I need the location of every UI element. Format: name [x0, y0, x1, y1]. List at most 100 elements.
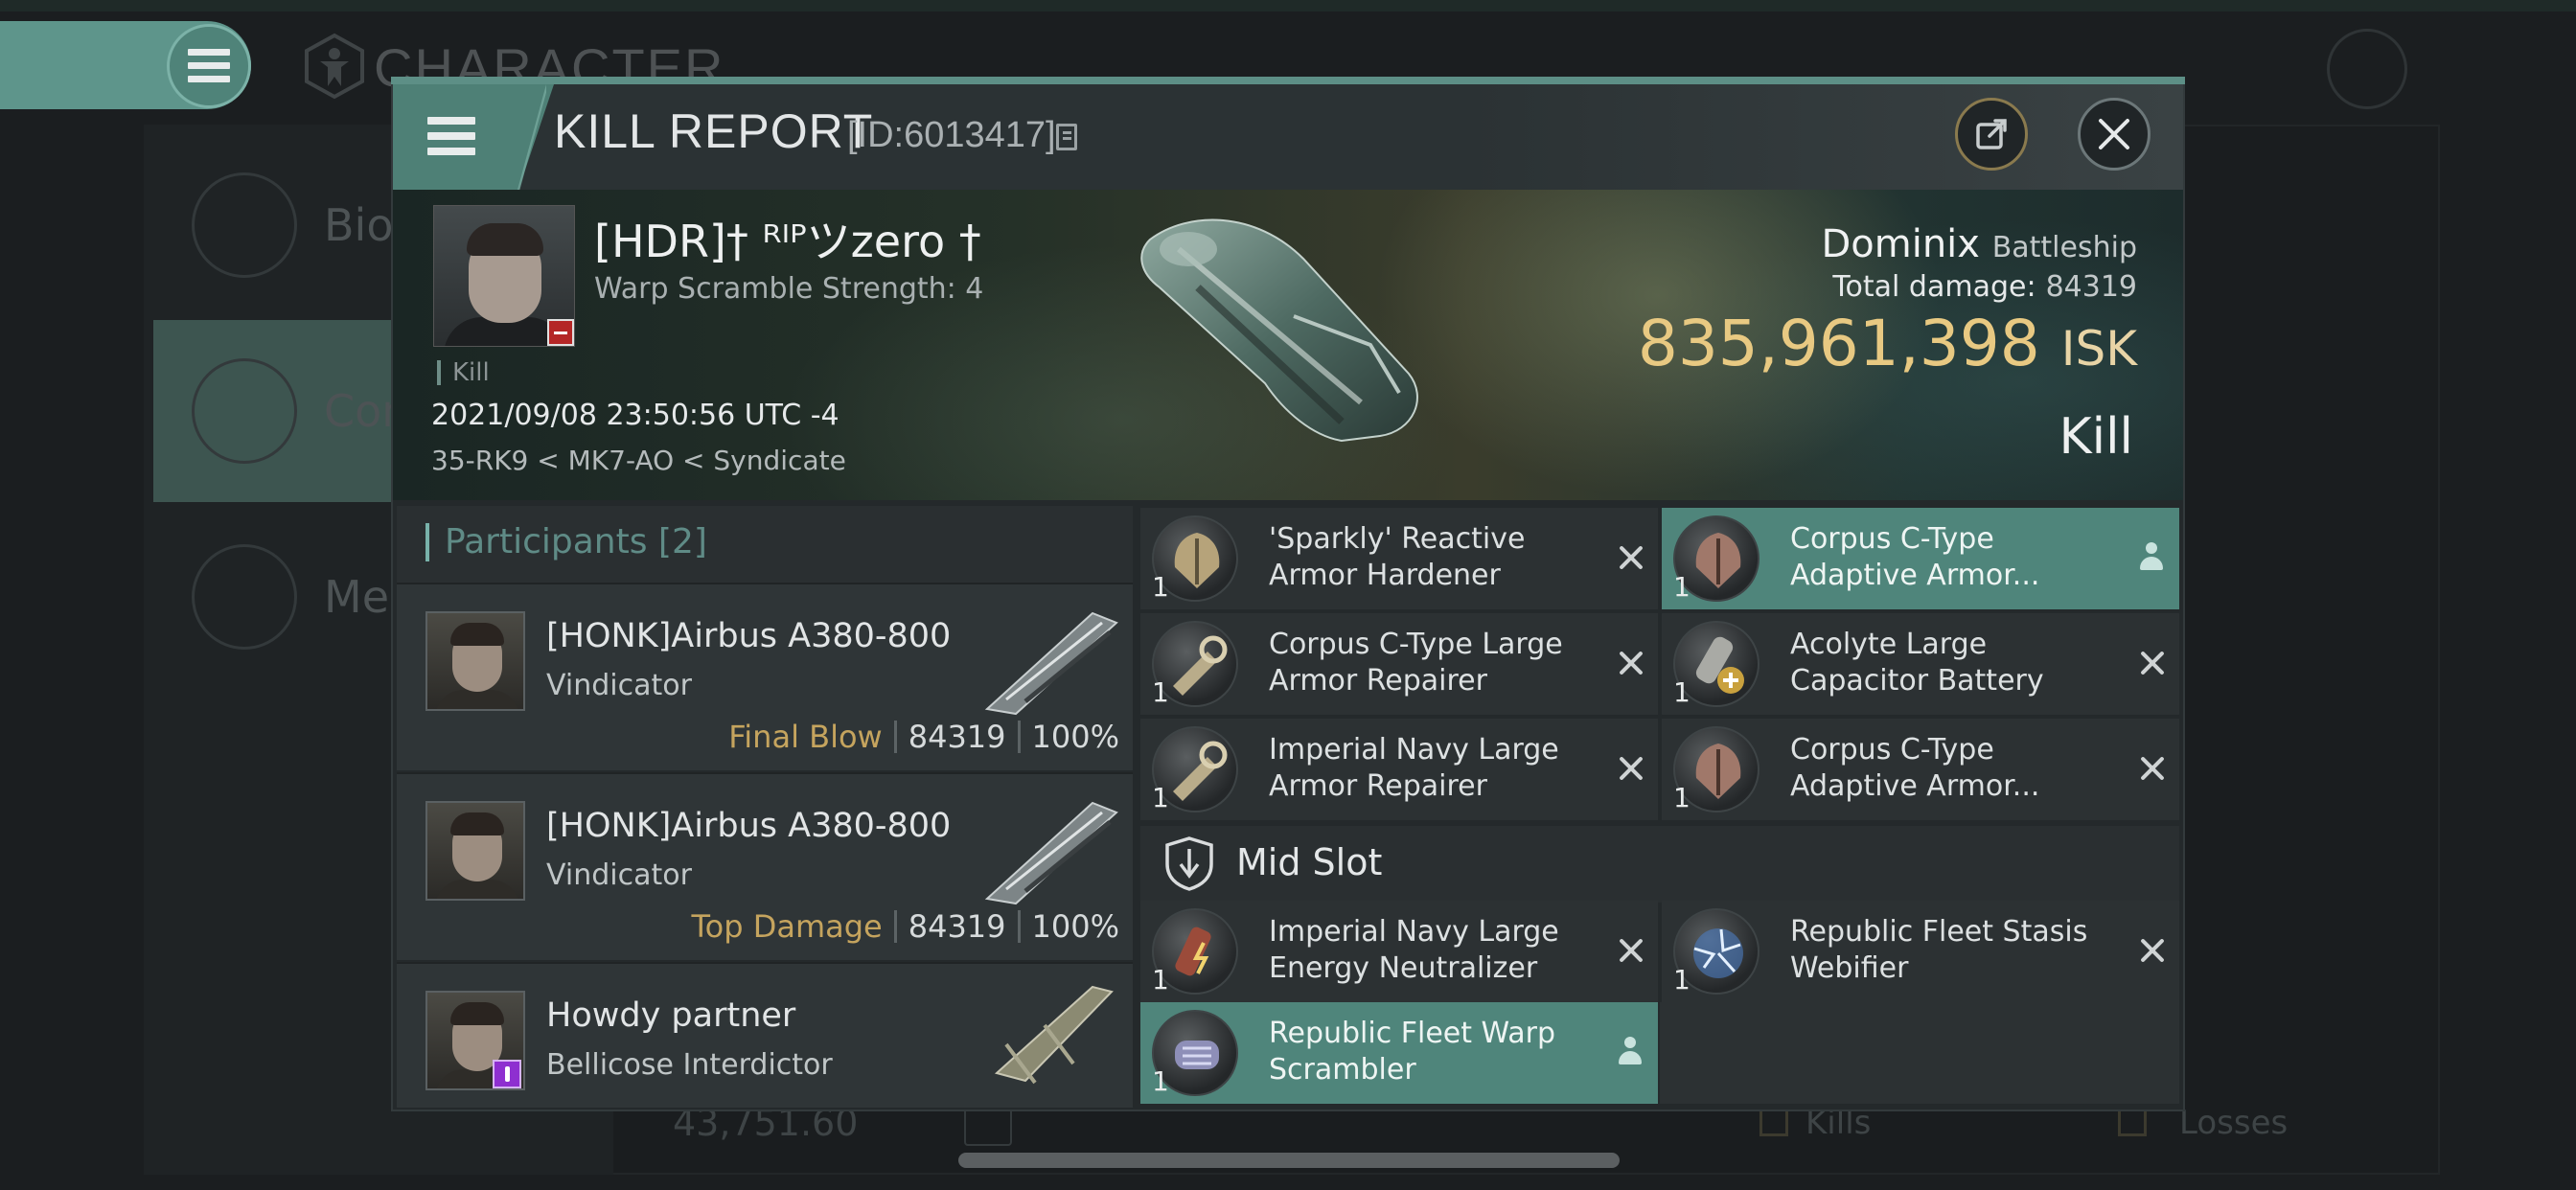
- fitting-item[interactable]: 1 Republic Fleet Warp Scrambler: [1140, 1002, 1658, 1104]
- ship-class: Battleship: [1991, 231, 2137, 264]
- participant-damage: 84319: [908, 908, 1006, 945]
- destroyed-icon: [1618, 650, 1644, 676]
- share-button[interactable]: [1955, 98, 2028, 171]
- item-name: Republic Fleet Stasis Webifier: [1790, 915, 2088, 985]
- isk-unit: ISK: [2060, 321, 2137, 377]
- destroyed-icon: [1618, 937, 1644, 964]
- bellicose-ship-icon: [994, 985, 1114, 1085]
- item-quantity: 1: [1673, 676, 1690, 708]
- item-quantity: 1: [1673, 964, 1690, 995]
- background-close-icon[interactable]: [2327, 29, 2407, 109]
- kills-checkbox[interactable]: [1760, 1108, 1788, 1136]
- item-quantity: 1: [1673, 571, 1690, 603]
- destroyed-icon: [1618, 544, 1644, 571]
- item-name: Imperial Navy Large Energy Neutralizer: [1269, 915, 1559, 985]
- victim-ship[interactable]: Dominix Battleship: [1821, 222, 2137, 266]
- background-menu-button[interactable]: [167, 24, 251, 108]
- participant-damage: 84319: [908, 719, 1006, 755]
- participant-name: Howdy partner: [546, 996, 796, 1035]
- background-sidebar-label: Bio: [324, 199, 394, 251]
- total-damage-label: Total damage:: [1832, 270, 2036, 304]
- page-title: KILL REPORT: [554, 104, 874, 158]
- item-quantity: 1: [1152, 964, 1169, 995]
- total-damage-value: 84319: [2045, 270, 2137, 304]
- empty-slot: [1660, 1002, 2179, 1104]
- total-damage: Total damage: 84319: [1832, 270, 2137, 304]
- fitting-item[interactable]: 1 Corpus C-Type Adaptive Armor...: [1662, 719, 2179, 820]
- avatar: [426, 801, 525, 901]
- loss-badge-icon: [547, 319, 574, 346]
- item-name: Corpus C-Type Large Armor Repairer: [1269, 628, 1563, 698]
- dropped-person-icon: [2137, 542, 2166, 573]
- destroyed-icon: [2139, 755, 2166, 782]
- item-quantity: 1: [1152, 571, 1169, 603]
- participant-row[interactable]: [HONK]Airbus A380-800 Vindicator Final B…: [397, 583, 1133, 770]
- fitting-item[interactable]: 1 Corpus C-Type Adaptive Armor...: [1662, 508, 2179, 609]
- vindicator-ship-icon: [984, 611, 1118, 716]
- character-icon: [305, 33, 364, 100]
- item-name: Imperial Navy Large Armor Repairer: [1269, 733, 1559, 803]
- ship-name: Dominix: [1821, 222, 1980, 266]
- participant-name: [HONK]Airbus A380-800: [546, 617, 952, 655]
- destroyed-icon: [1618, 755, 1644, 782]
- result-label: Kill: [2058, 408, 2133, 466]
- kill-datetime: 2021/09/08 23:50:56 UTC -4: [431, 399, 840, 432]
- mid-slot-shield-icon: [1165, 836, 1213, 891]
- losses-checkbox[interactable]: [2118, 1108, 2147, 1136]
- participant-name: [HONK]Airbus A380-800: [546, 807, 952, 845]
- item-name: 'Sparkly' Reactive Armor Hardener: [1269, 522, 1526, 592]
- item-name: Corpus C-Type Adaptive Armor...: [1790, 733, 2040, 803]
- victim-name[interactable]: [HDR]† ᴿᴵᴾツzero †: [594, 207, 981, 270]
- participant-row[interactable]: Howdy partner Bellicose Interdictor: [397, 962, 1133, 1108]
- participants-count: [2]: [657, 522, 707, 561]
- warp-scramble-strength: Warp Scramble Strength: 4: [594, 272, 984, 306]
- participant-row[interactable]: [HONK]Airbus A380-800 Vindicator Top Dam…: [397, 772, 1133, 960]
- star-icon: [192, 544, 297, 650]
- fitting-item[interactable]: 1 'Sparkly' Reactive Armor Hardener: [1140, 508, 1658, 609]
- losses-label: Losses: [2179, 1104, 2288, 1142]
- item-name: Acolyte Large Capacitor Battery: [1790, 628, 2044, 698]
- hamburger-icon: [188, 49, 230, 83]
- isk-value: 835,961,398 ISK: [1638, 307, 2137, 380]
- participant-ship: Bellicose Interdictor: [546, 1048, 833, 1082]
- close-button[interactable]: [2078, 98, 2150, 171]
- final-blow-tag: Final Blow: [728, 719, 883, 755]
- vindicator-ship-icon: [984, 801, 1118, 905]
- home-indicator: [958, 1153, 1620, 1168]
- item-quantity: 1: [1152, 1065, 1169, 1097]
- destroyed-icon: [2139, 937, 2166, 964]
- isk-amount: 835,961,398: [1637, 307, 2040, 380]
- kill-id: [ID:6013417]: [847, 115, 1056, 155]
- fitting-item[interactable]: 1 Imperial Navy Large Energy Neutralizer: [1140, 901, 1658, 1002]
- background-top-bar: [0, 0, 2576, 11]
- dropped-person-icon: [1616, 1037, 1644, 1067]
- fitting-item[interactable]: 1 Acolyte Large Capacitor Battery: [1662, 613, 2179, 715]
- fitting-item[interactable]: 1 Corpus C-Type Large Armor Repairer: [1140, 613, 1658, 715]
- header-accent-line: [391, 77, 2185, 84]
- destroyed-icon: [2139, 650, 2166, 676]
- item-name: Corpus C-Type Adaptive Armor...: [1790, 522, 2040, 592]
- participant-percent: 100%: [1031, 908, 1119, 945]
- top-damage-tag: Top Damage: [691, 908, 883, 945]
- fitting-item[interactable]: 1 Republic Fleet Stasis Webifier: [1662, 901, 2179, 1002]
- participant-percent: 100%: [1031, 719, 1119, 755]
- fitting-item[interactable]: 1 Imperial Navy Large Armor Repairer: [1140, 719, 1658, 820]
- participant-ship: Vindicator: [546, 669, 692, 702]
- kill-tag: Kill: [437, 360, 490, 385]
- role-badge-icon: [493, 1060, 521, 1088]
- hamburger-icon: [427, 117, 475, 155]
- kill-location[interactable]: 35-RK9 < MK7-AO < Syndicate: [431, 445, 846, 476]
- item-quantity: 1: [1673, 782, 1690, 813]
- participant-ship: Vindicator: [546, 858, 692, 892]
- close-icon: [2099, 119, 2129, 149]
- participant-stats: Final Blow 84319 100%: [728, 719, 1119, 755]
- copy-icon[interactable]: [1056, 124, 1077, 150]
- list-icon: [192, 172, 297, 278]
- avatar: [426, 611, 525, 711]
- share-icon: [1976, 119, 2007, 149]
- item-name: Republic Fleet Warp Scrambler: [1269, 1017, 1556, 1087]
- participants-label: Participants: [445, 522, 648, 561]
- participant-stats: Top Damage 84319 100%: [692, 908, 1119, 945]
- participants-title: Participants [2]: [426, 523, 707, 561]
- mid-slot-title: Mid Slot: [1236, 841, 1383, 883]
